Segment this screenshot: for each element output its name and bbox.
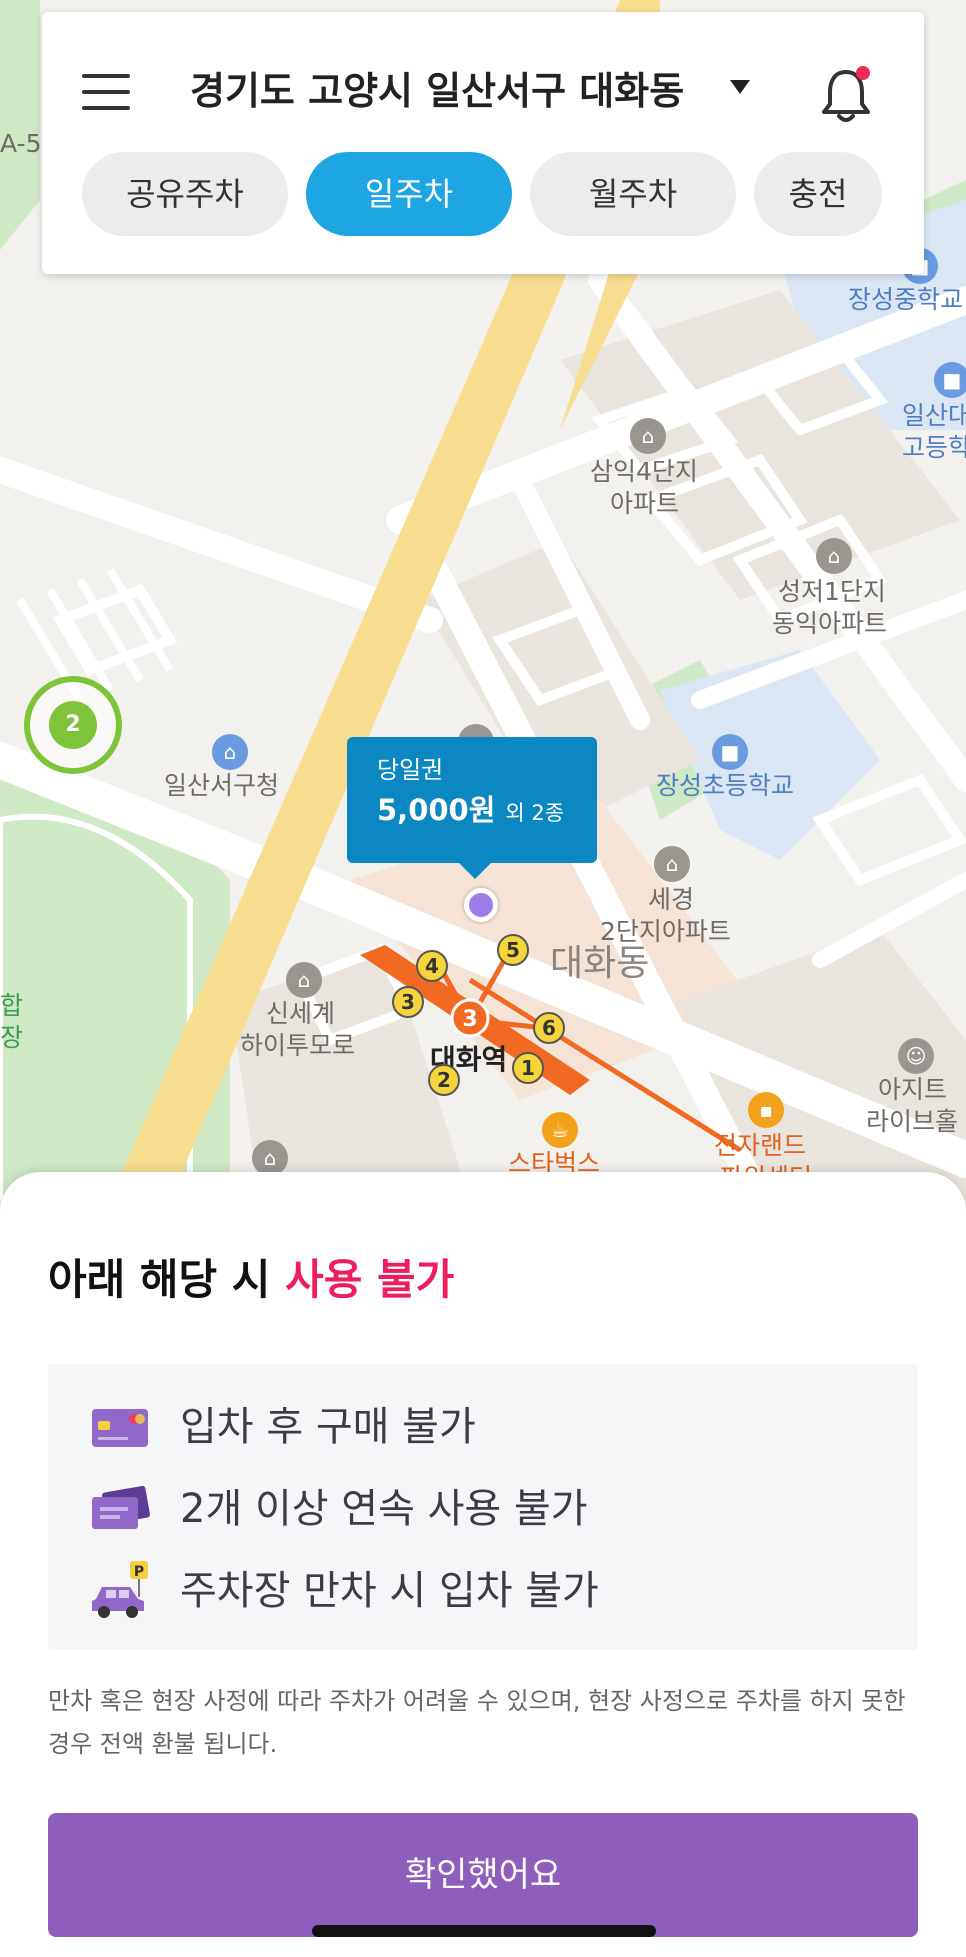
caret-down-icon[interactable]: [730, 80, 750, 94]
map-label-apt1-1: 삼익4단지: [590, 457, 698, 486]
ticket-price-value: 5,000원: [377, 793, 496, 827]
map-label-elementary: 장성초등학교: [656, 771, 795, 800]
confirm-button[interactable]: 확인했어요: [48, 1813, 918, 1937]
rule-text: 주차장 만차 시 입차 불가: [180, 1568, 599, 1614]
tab-daily-parking[interactable]: 일주차: [306, 152, 512, 236]
home-indicator[interactable]: [312, 1925, 656, 1937]
sheet-title-warning: 사용 불가: [285, 1255, 455, 1304]
station-exit-1[interactable]: 1: [512, 1052, 544, 1084]
tab-shared-parking[interactable]: 공유주차: [82, 152, 288, 236]
tickets-icon: [92, 1485, 150, 1529]
map-label-school-right-1: 일산대: [902, 401, 966, 430]
map-label-mall-2: 하이투모로: [240, 1031, 356, 1060]
map-label-apt2-1: 성저1단지: [778, 577, 886, 606]
map-label-electronics-1: 전자랜드: [714, 1131, 807, 1160]
map-label-apt3-1: 세경: [648, 885, 695, 914]
station-exit-6[interactable]: 6: [533, 1012, 565, 1044]
rule-item: 2개 이상 연속 사용 불가: [90, 1474, 588, 1544]
cluster-count: 2: [49, 701, 97, 749]
map-label-district: 대화동: [550, 943, 650, 984]
store-icon: ⌂: [286, 962, 322, 998]
sheet-title-prefix: 아래 해당 시: [48, 1255, 271, 1304]
rule-text: 입차 후 구매 불가: [180, 1404, 476, 1450]
road-code-label: A-5: [0, 129, 42, 158]
station-exit-3[interactable]: 3: [392, 986, 424, 1018]
shopping-cart-icon: ▪: [748, 1092, 784, 1128]
government-office-icon: ⌂: [212, 734, 248, 770]
map-label-live-2: 라이브홀: [866, 1107, 959, 1136]
school-icon: ■: [934, 362, 966, 398]
cafe-icon: ☕: [542, 1112, 578, 1148]
map-label-school-top: 장성중학교: [848, 285, 964, 314]
ticket-extra: 외 2종: [505, 801, 565, 825]
map-label-live-1: 아지트: [878, 1075, 948, 1104]
parking-location-dot[interactable]: [464, 888, 498, 922]
location-selector[interactable]: 경기도 고양시 일산서구 대화동: [190, 64, 684, 118]
station-exit-4[interactable]: 4: [416, 950, 448, 982]
map-label-apt1-2: 아파트: [610, 489, 680, 518]
sheet-title: 아래 해당 시 사용 불가: [48, 1252, 454, 1308]
ticket-kind: 당일권: [377, 756, 444, 784]
rule-item: 입차 후 구매 불가: [90, 1392, 476, 1462]
map-label-gov-office: 일산서구청: [164, 771, 280, 800]
svg-text:P: P: [134, 1564, 144, 1580]
ticket-price: 5,000원 외 2종: [377, 787, 567, 836]
building-icon: ⌂: [252, 1140, 288, 1176]
rules-list: 입차 후 구매 불가 2개 이상 연속 사용 불가 P 주차장 만차 시 입차 …: [48, 1364, 918, 1650]
parking-price-bubble[interactable]: 당일권 5,000원 외 2종: [347, 737, 597, 879]
tab-monthly-parking[interactable]: 월주차: [530, 152, 736, 236]
tab-charging[interactable]: 충전: [754, 152, 882, 236]
apartment-icon: ⌂: [816, 538, 852, 574]
map-label-apt2-2: 동익아파트: [772, 609, 888, 638]
map-label-mall-1: 신세계: [266, 999, 336, 1028]
top-search-card: 경기도 고양시 일산서구 대화동 공유주차 일주차 월주차 충전: [42, 12, 924, 274]
car-parking-icon: P: [92, 1561, 148, 1618]
rule-item: P 주차장 만차 시 입차 불가: [90, 1556, 599, 1626]
map-label-school-right-2: 고등학: [902, 433, 966, 462]
theater-icon: ☺: [898, 1038, 934, 1074]
apartment-icon: ⌂: [630, 418, 666, 454]
station-exit-5[interactable]: 5: [497, 934, 529, 966]
map-label-edge-left-2: 장: [0, 1023, 24, 1052]
credit-card-icon: [92, 1409, 148, 1447]
svg-text:3: 3: [462, 1007, 477, 1032]
station-exit-2[interactable]: 2: [428, 1064, 460, 1096]
school-icon: ■: [712, 734, 748, 770]
notification-badge: [856, 66, 870, 80]
refund-note: 만차 혹은 현장 사정에 따라 주차가 어려울 수 있으며, 현장 사정으로 주…: [48, 1687, 906, 1758]
parking-cluster-marker[interactable]: 2: [24, 676, 122, 774]
map-label-edge-left-1: 합: [0, 991, 24, 1020]
rule-text: 2개 이상 연속 사용 불가: [180, 1486, 588, 1532]
restriction-bottom-sheet: 아래 해당 시 사용 불가 입차 후 구매 불가 2개 이상 연속 사용 불가: [0, 1172, 966, 1957]
apartment-icon: ⌂: [654, 846, 690, 882]
hamburger-menu-icon[interactable]: [82, 74, 130, 110]
